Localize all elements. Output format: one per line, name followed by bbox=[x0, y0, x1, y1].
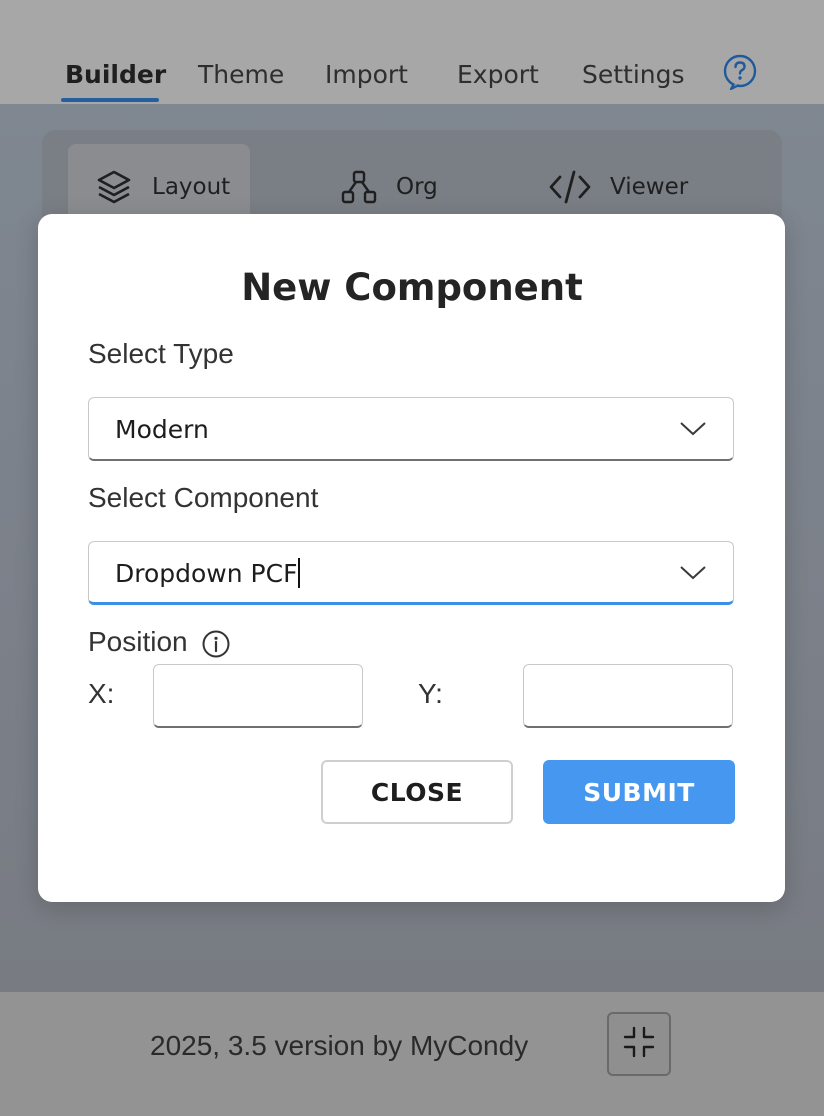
tab-theme[interactable]: Theme bbox=[198, 56, 284, 92]
dialog-title: New Component bbox=[241, 266, 583, 309]
hierarchy-icon bbox=[340, 168, 378, 206]
tab-builder[interactable]: Builder bbox=[65, 56, 166, 92]
type-select-value: Modern bbox=[115, 414, 209, 444]
question-circle-icon[interactable] bbox=[722, 54, 758, 91]
y-label: Y: bbox=[418, 678, 443, 709]
version-text: 2025, 3.5 version by MyCondy bbox=[150, 1030, 529, 1061]
component-select-value: Dropdown PCF bbox=[115, 542, 301, 604]
info-icon[interactable] bbox=[201, 629, 231, 659]
code-icon bbox=[548, 169, 592, 205]
subtab-label: Layout bbox=[152, 174, 231, 200]
chevron-down-icon bbox=[680, 566, 706, 580]
chevron-down-icon bbox=[680, 422, 706, 436]
close-button[interactable]: CLOSE bbox=[321, 760, 513, 824]
tab-settings[interactable]: Settings bbox=[582, 56, 685, 92]
subtab-label: Viewer bbox=[610, 174, 689, 200]
layers-icon bbox=[94, 167, 134, 207]
active-tab-indicator bbox=[61, 98, 159, 102]
tab-import[interactable]: Import bbox=[325, 56, 408, 92]
submit-button[interactable]: SUBMIT bbox=[543, 760, 735, 824]
tab-export[interactable]: Export bbox=[457, 56, 539, 92]
text-caret bbox=[298, 558, 301, 588]
app-root: Builder Theme Import Export Settings Lay… bbox=[0, 0, 824, 1116]
component-select-text: Dropdown PCF bbox=[115, 558, 298, 588]
type-select[interactable]: Modern bbox=[88, 397, 734, 461]
top-nav: Builder Theme Import Export Settings bbox=[0, 0, 824, 104]
minimize-button[interactable] bbox=[607, 1012, 671, 1076]
select-type-label: Select Type bbox=[88, 338, 234, 369]
x-position-input[interactable] bbox=[153, 664, 363, 728]
y-position-input[interactable] bbox=[523, 664, 733, 728]
component-select[interactable]: Dropdown PCF bbox=[88, 541, 734, 605]
x-label: X: bbox=[88, 678, 115, 709]
position-label: Position bbox=[88, 626, 188, 657]
select-component-label: Select Component bbox=[88, 482, 319, 513]
subtab-label: Org bbox=[396, 174, 438, 200]
minimize-icon bbox=[622, 1025, 656, 1064]
